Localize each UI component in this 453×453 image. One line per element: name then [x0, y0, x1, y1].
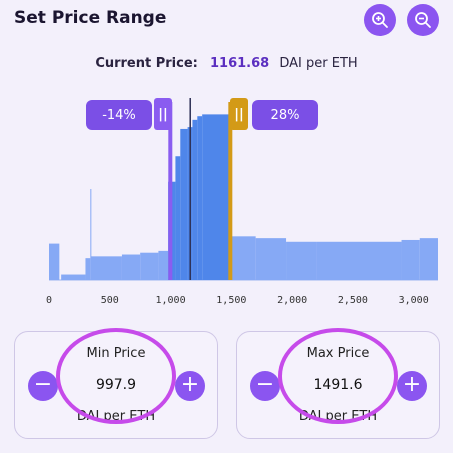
liquidity-bar — [85, 258, 91, 280]
liquidity-bar — [401, 239, 420, 280]
current-price-value: 1161.68 — [210, 56, 270, 71]
liquidity-bar — [419, 238, 438, 280]
zoom-in-button[interactable] — [364, 4, 396, 36]
max-percent-badge: 28% — [252, 100, 318, 130]
liquidity-bar — [121, 254, 141, 280]
x-tick-label: 1,500 — [216, 295, 246, 306]
current-price-row: Current Price: 1161.68 DAI per ETH — [0, 56, 453, 71]
x-tick-label: 2,000 — [277, 295, 307, 306]
max-price-card: Max Price − 1491.6 + DAI per ETH — [236, 331, 440, 439]
liquidity-bar — [255, 238, 287, 280]
current-price-unit: DAI per ETH — [279, 56, 358, 71]
zoom-in-icon — [372, 12, 388, 28]
liquidity-bar — [202, 114, 232, 280]
x-tick-label: 0 — [46, 295, 52, 306]
liquidity-bar — [158, 250, 169, 280]
liquidity-bar — [180, 128, 188, 280]
liquidity-bar — [90, 256, 122, 280]
zoom-out-button[interactable] — [407, 4, 439, 36]
min-range-handle[interactable]: || — [154, 98, 172, 130]
x-tick-label: 500 — [101, 295, 119, 306]
current-price-label: Current Price: — [95, 56, 198, 71]
min-price-card: Min Price − 997.9 + DAI per ETH — [14, 331, 218, 439]
liquidity-bar — [197, 116, 203, 280]
max-increment-button[interactable]: + — [397, 371, 427, 401]
liquidity-bar — [286, 241, 317, 280]
liquidity-bar — [231, 236, 256, 280]
min-price-unit: DAI per ETH — [76, 409, 156, 424]
liquidity-bar — [140, 252, 159, 280]
liquidity-bar — [175, 156, 181, 280]
min-price-title: Min Price — [86, 346, 146, 361]
x-tick-label: 3,000 — [399, 295, 429, 306]
min-percent-badge: -14% — [86, 100, 152, 130]
liquidity-bar — [49, 243, 60, 280]
zoom-out-icon — [415, 12, 431, 28]
page-title: Set Price Range — [14, 8, 167, 28]
liquidity-bar — [316, 241, 402, 280]
max-price-title: Max Price — [306, 346, 370, 361]
liquidity-bar — [192, 119, 198, 280]
liquidity-bar — [61, 274, 86, 280]
max-range-handle[interactable]: || — [230, 98, 248, 130]
min-increment-button[interactable]: + — [175, 371, 205, 401]
x-tick-label: 1,000 — [156, 295, 186, 306]
liquidity-chart[interactable]: 0 500 1,000 1,500 2,000 2,500 3,000 — [0, 90, 453, 315]
max-price-unit: DAI per ETH — [298, 409, 378, 424]
x-tick-label: 2,500 — [338, 295, 368, 306]
